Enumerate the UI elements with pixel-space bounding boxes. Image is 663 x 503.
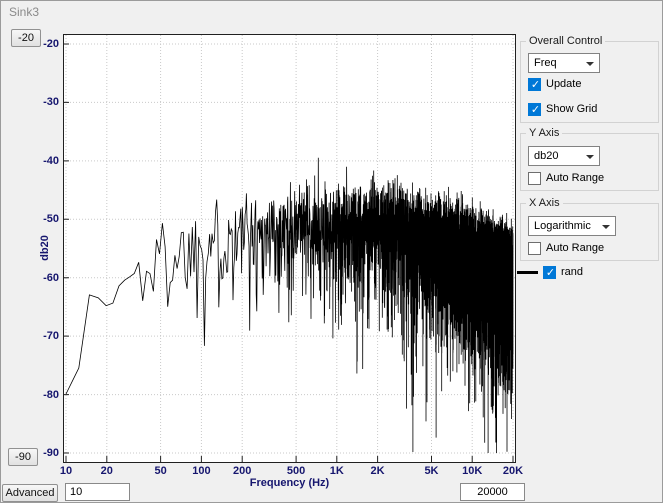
legend: rand: [517, 265, 583, 279]
x-auto-range-checkbox-row[interactable]: Auto Range: [528, 241, 604, 255]
x-tick-label: 2K: [361, 465, 395, 477]
chevron-down-icon[interactable]: [586, 155, 594, 159]
x-min-input[interactable]: [65, 483, 130, 501]
y-tick-label: -30: [27, 96, 59, 108]
spectrum-plot: [64, 35, 515, 462]
y-tick-label: -20: [27, 38, 59, 50]
overall-control-group-title: Overall Control: [526, 35, 605, 47]
y-axis-title: db20: [39, 226, 51, 270]
x-tick-label: 500: [279, 465, 313, 477]
window-title: Sink3: [9, 5, 39, 19]
y-axis-dropdown-value: db20: [534, 150, 558, 162]
plot-area: [63, 34, 516, 463]
y-axis-group-title: Y Axis: [526, 127, 562, 139]
overall-control-dropdown[interactable]: Freq: [528, 53, 600, 73]
chevron-down-icon[interactable]: [586, 62, 594, 66]
x-tick-label: 5K: [414, 465, 448, 477]
chevron-down-icon[interactable]: [602, 225, 610, 229]
update-checkbox-label: Update: [546, 78, 581, 90]
app-window: Sink3 -20 -90 Advanced 10 20 50 100 200 500 1K…: [0, 0, 663, 503]
show-grid-checkbox-label: Show Grid: [546, 103, 597, 115]
x-max-input[interactable]: [460, 483, 525, 501]
y-tick-label: -80: [27, 389, 59, 401]
x-axis-title: Frequency (Hz): [63, 477, 516, 489]
spectrum-trace: [66, 158, 513, 453]
y-auto-range-checkbox-row[interactable]: Auto Range: [528, 171, 604, 185]
x-auto-range-checkbox[interactable]: [528, 242, 541, 255]
x-axis-dropdown[interactable]: Logarithmic: [528, 216, 616, 236]
update-checkbox-row[interactable]: Update: [528, 77, 581, 91]
y-tick-label: -50: [27, 213, 59, 225]
legend-label: rand: [561, 266, 583, 278]
x-axis-dropdown-value: Logarithmic: [534, 220, 591, 232]
x-tick-label: 20: [90, 465, 124, 477]
overall-control-dropdown-value: Freq: [534, 57, 557, 69]
show-grid-checkbox[interactable]: [528, 103, 541, 116]
x-auto-range-checkbox-label: Auto Range: [546, 242, 604, 254]
y-auto-range-checkbox[interactable]: [528, 172, 541, 185]
x-tick-label: 200: [225, 465, 259, 477]
update-checkbox[interactable]: [528, 78, 541, 91]
x-tick-label: 100: [184, 465, 218, 477]
legend-checkbox-rand[interactable]: [543, 266, 556, 279]
y-tick-label: -70: [27, 330, 59, 342]
y-tick-label: -90: [27, 447, 59, 459]
show-grid-checkbox-row[interactable]: Show Grid: [528, 102, 597, 116]
y-auto-range-checkbox-label: Auto Range: [546, 172, 604, 184]
y-axis-dropdown[interactable]: db20: [528, 146, 600, 166]
x-tick-label: 20K: [496, 465, 530, 477]
x-tick-label: 10K: [455, 465, 489, 477]
x-tick-label: 50: [144, 465, 178, 477]
x-tick-label: 1K: [320, 465, 354, 477]
x-axis-group-title: X Axis: [526, 197, 563, 209]
legend-line-sample: [517, 271, 538, 274]
y-tick-label: -60: [27, 272, 59, 284]
advanced-button[interactable]: Advanced: [2, 484, 58, 502]
title-bar: Sink3: [1, 1, 662, 21]
x-tick-label: 10: [49, 465, 83, 477]
y-tick-label: -40: [27, 155, 59, 167]
